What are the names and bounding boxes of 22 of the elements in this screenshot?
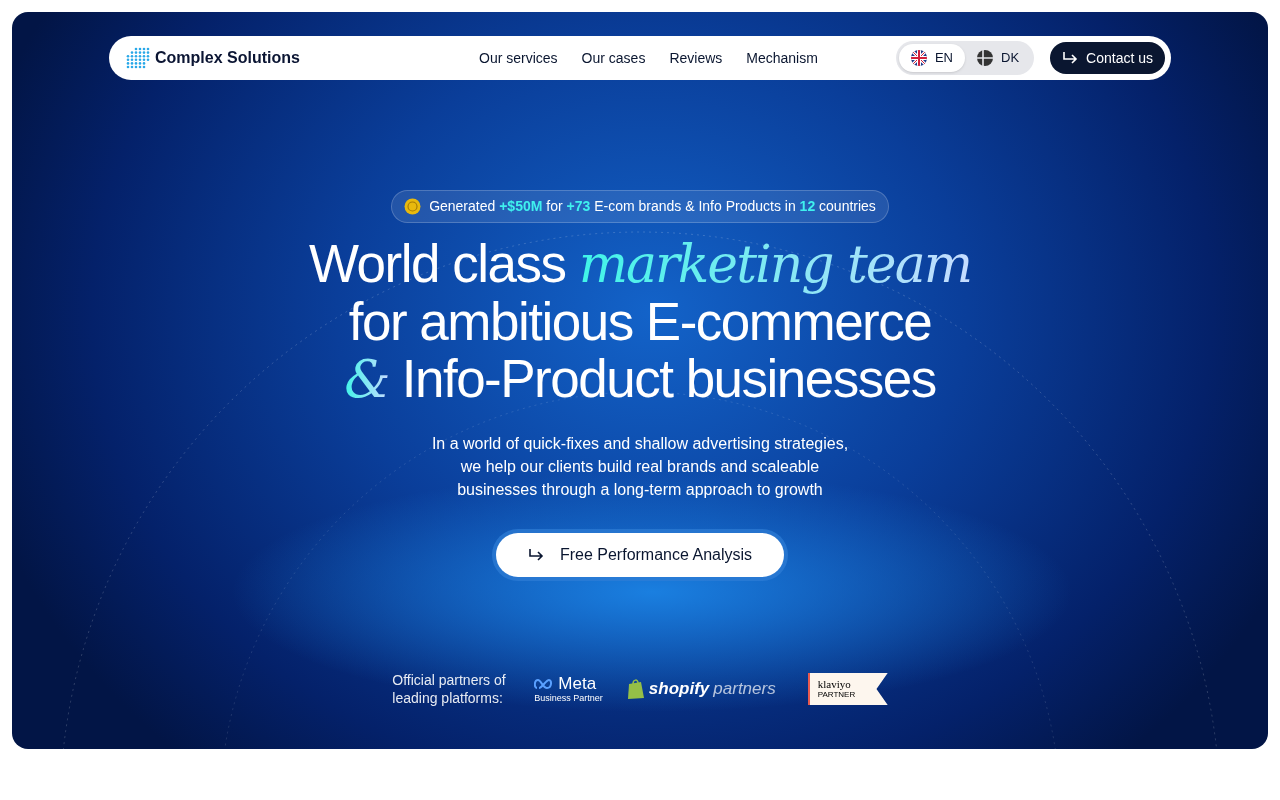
nav-link[interactable]: Reviews bbox=[669, 47, 723, 69]
language-tab[interactable]: EN bbox=[898, 44, 965, 72]
partners-label: Official partners of leading platforms: bbox=[392, 671, 507, 707]
shopify-logo: shopify partners bbox=[626, 676, 776, 702]
nav-link[interactable]: Our services bbox=[479, 47, 558, 69]
logo-icon bbox=[125, 46, 151, 70]
brand-name[interactable]: Complex Solutions bbox=[155, 46, 300, 70]
nav-link[interactable]: Mechanism bbox=[746, 47, 818, 69]
coin-icon bbox=[404, 198, 422, 215]
flag-icon bbox=[910, 50, 927, 66]
arrow-icon bbox=[1062, 51, 1079, 65]
headline: World class marketing team for ambitious E-commerce & Info-Product businesses bbox=[309, 235, 971, 408]
language-tab[interactable]: DK bbox=[965, 44, 1032, 72]
arrow-icon bbox=[527, 548, 544, 562]
analysis-button[interactable]: Free Performance Analysis bbox=[495, 533, 785, 577]
nav-link[interactable]: Our cases bbox=[581, 47, 646, 69]
contact-button[interactable]: Contact us bbox=[1050, 42, 1165, 74]
klaviyo-logo: klaviyo PARTNER bbox=[807, 673, 888, 705]
stats-text: Generated +$50M for +73 E-com brands & Info Products in 12 countries bbox=[429, 197, 876, 216]
meta-logo: Meta Business Partner bbox=[534, 674, 603, 704]
flag-icon bbox=[977, 50, 993, 66]
subtitle: In a world of quick-fixes and shallow advertising strategies, we help our clients build real brands and scaleable businesses through a long-term approach to growth bbox=[430, 434, 850, 500]
